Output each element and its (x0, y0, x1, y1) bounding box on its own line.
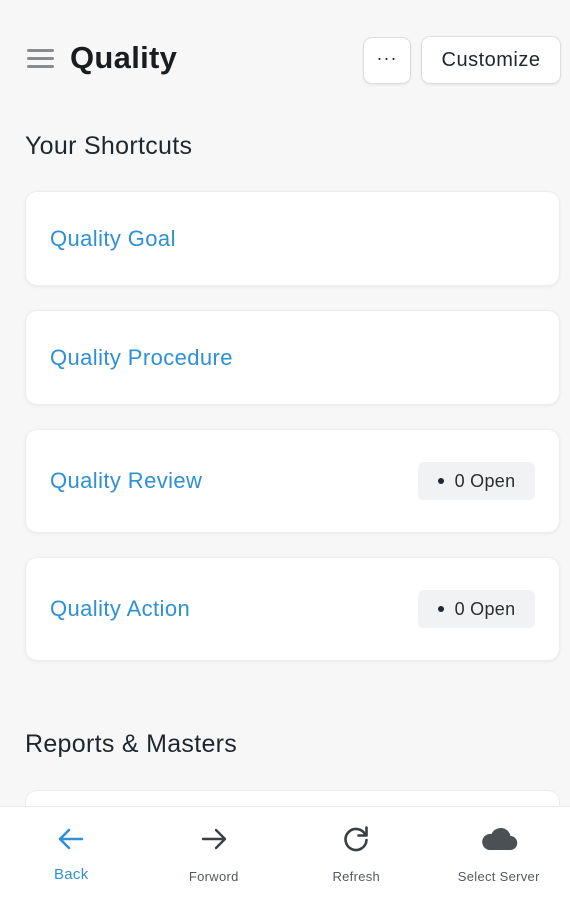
nav-label: Select Server (457, 869, 540, 884)
open-count-badge: 0 Open (418, 590, 535, 628)
open-count-badge: 0 Open (418, 462, 535, 500)
open-count-text: 0 Open (454, 470, 516, 491)
bottom-navigation-bar: Back Forword Refresh Select Server (0, 806, 570, 900)
shortcut-link[interactable]: Quality Action (50, 596, 190, 622)
arrow-left-icon (58, 828, 84, 850)
nav-label: Forword (188, 869, 239, 884)
page-title: Quality (70, 40, 178, 75)
shortcut-link[interactable]: Quality Review (50, 468, 202, 494)
nav-forward-button[interactable]: Forword (143, 807, 286, 900)
open-count-text: 0 Open (454, 598, 516, 619)
shortcuts-section-title: Your Shortcuts (25, 132, 193, 160)
shortcut-link[interactable]: Quality Procedure (50, 345, 233, 371)
nav-label: Refresh (332, 869, 381, 884)
status-dot-icon (437, 606, 444, 612)
arrow-right-icon (201, 828, 226, 850)
shortcut-card-quality-action[interactable]: Quality Action 0 Open (25, 557, 560, 661)
nav-label: Back (53, 866, 89, 883)
status-dot-icon (437, 478, 444, 484)
shortcut-card-quality-goal[interactable]: Quality Goal (25, 191, 560, 286)
cloud-icon (481, 827, 518, 851)
page-header: Quality ··· Customize (0, 30, 570, 90)
shortcut-link[interactable]: Quality Goal (50, 226, 176, 252)
reports-section-title: Reports & Masters (25, 730, 238, 758)
app-screen: Quality ··· Customize Your Shortcuts Qua… (0, 0, 570, 900)
shortcut-card-quality-procedure[interactable]: Quality Procedure (25, 310, 560, 405)
nav-refresh-button[interactable]: Refresh (285, 807, 428, 900)
nav-select-server-button[interactable]: Select Server (428, 807, 570, 900)
nav-back-button[interactable]: Back (0, 807, 143, 900)
shortcut-card-quality-review[interactable]: Quality Review 0 Open (25, 429, 560, 533)
customize-button[interactable]: Customize (421, 36, 561, 84)
refresh-icon (344, 826, 369, 852)
more-options-button[interactable]: ··· (363, 37, 411, 84)
hamburger-menu-icon[interactable] (27, 49, 54, 71)
